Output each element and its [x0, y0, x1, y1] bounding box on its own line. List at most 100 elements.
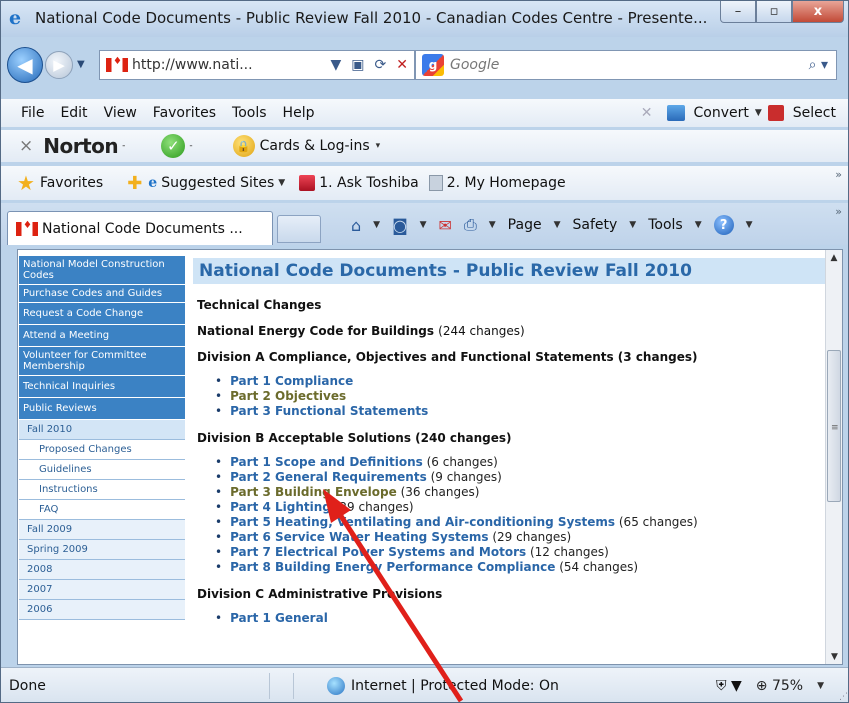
sidebar-item-attend-meeting[interactable]: Attend a Meeting: [19, 325, 185, 347]
link-part-3-functional-statements[interactable]: Part 3 Functional Statements: [230, 404, 428, 418]
zoom-value[interactable]: 75%: [772, 678, 803, 694]
link-part-2-general-requirements[interactable]: Part 2 General Requirements: [230, 470, 427, 484]
norton-safe-check-icon[interactable]: ✓: [161, 134, 186, 158]
scroll-up-arrow-icon[interactable]: ▲: [826, 250, 842, 267]
sidebar-item-purchase-codes[interactable]: Purchase Codes and Guides: [19, 285, 185, 303]
favorites-button[interactable]: Favorites: [40, 175, 103, 191]
safety-dropdown-icon[interactable]: ▼: [629, 220, 636, 230]
link-part-1-compliance[interactable]: Part 1 Compliance: [230, 374, 353, 388]
cards-logins-button[interactable]: Cards & Log-ins: [260, 138, 370, 154]
address-dropdown-icon[interactable]: ▼: [331, 57, 342, 73]
home-dropdown-icon[interactable]: ▼: [373, 220, 380, 230]
select-button[interactable]: Select: [793, 105, 836, 121]
menu-file[interactable]: File: [21, 105, 44, 121]
ask-toshiba-link[interactable]: 1. Ask Toshiba: [319, 175, 419, 191]
sidebar-item-instructions[interactable]: Instructions: [19, 480, 185, 500]
address-url[interactable]: http://www.nati...: [132, 57, 253, 73]
search-icon[interactable]: ⌕ ▾: [809, 57, 828, 73]
sidebar-item-volunteer[interactable]: Volunteer for Committee Membership: [19, 347, 185, 376]
link-part-1-general[interactable]: Part 1 General: [230, 611, 328, 625]
convert-button[interactable]: Convert: [694, 105, 749, 121]
link-part-8-energy-performance[interactable]: Part 8 Building Energy Performance Compl…: [230, 560, 555, 574]
sidebar-item-2008[interactable]: 2008: [19, 560, 185, 580]
recent-pages-dropdown[interactable]: ▼: [77, 59, 85, 70]
tab-title[interactable]: National Code Documents ...: [42, 221, 243, 237]
minimize-button[interactable]: –: [720, 1, 756, 23]
scroll-down-arrow-icon[interactable]: ▼: [826, 649, 842, 664]
sidebar-item-public-reviews[interactable]: Public Reviews: [19, 398, 185, 420]
sidebar-item-request-code-change[interactable]: Request a Code Change: [19, 303, 185, 325]
link-part-1-scope[interactable]: Part 1 Scope and Definitions: [230, 455, 423, 469]
link-part-4-lighting[interactable]: Part 4 Lighting: [230, 500, 331, 514]
maximize-button[interactable]: ▫: [756, 1, 792, 23]
feeds-icon[interactable]: ◙: [392, 216, 408, 235]
link-part-7-electrical[interactable]: Part 7 Electrical Power Systems and Moto…: [230, 545, 526, 559]
link-part-6-service-water[interactable]: Part 6 Service Water Heating Systems: [230, 530, 488, 544]
link-part-3-building-envelope[interactable]: Part 3 Building Envelope: [230, 485, 397, 499]
sidebar-item-fall-2009[interactable]: Fall 2009: [19, 520, 185, 540]
sidebar-item-fall-2010[interactable]: Fall 2010: [19, 420, 185, 440]
help-icon[interactable]: ?: [713, 215, 734, 235]
link-part-5-hvac[interactable]: Part 5 Heating, Ventilating and Air-cond…: [230, 515, 615, 529]
menu-edit[interactable]: Edit: [60, 105, 87, 121]
suggested-sites-dropdown-icon[interactable]: ▼: [278, 178, 285, 188]
resize-grip-icon[interactable]: ⋰: [839, 692, 848, 702]
home-icon[interactable]: ⌂: [351, 216, 361, 235]
page-menu[interactable]: Page: [508, 217, 542, 233]
menu-view[interactable]: View: [104, 105, 137, 121]
my-homepage-link[interactable]: 2. My Homepage: [447, 175, 566, 191]
tools-menu[interactable]: Tools: [648, 217, 683, 233]
zoom-dropdown-icon[interactable]: ▼: [817, 681, 824, 691]
toolbar-close-icon[interactable]: ✕: [641, 105, 653, 121]
cards-dropdown-icon[interactable]: ▾: [376, 141, 381, 151]
norton-close-icon[interactable]: ×: [19, 136, 33, 156]
compatibility-view-icon[interactable]: ▣: [351, 57, 364, 73]
search-box[interactable]: g Google ⌕ ▾: [415, 50, 837, 80]
safety-menu[interactable]: Safety: [573, 217, 618, 233]
stop-icon[interactable]: ✕: [396, 57, 408, 73]
print-icon[interactable]: ⎙: [464, 215, 477, 235]
sidebar-item-national-model-construction-codes[interactable]: National Model Construction Codes: [19, 256, 185, 285]
sidebar-item-spring-2009[interactable]: Spring 2009: [19, 540, 185, 560]
tools-dropdown-icon[interactable]: ▼: [695, 220, 702, 230]
menu-tools[interactable]: Tools: [232, 105, 267, 121]
energy-code-title: National Energy Code for Buildings: [197, 324, 434, 338]
sidebar-item-faq[interactable]: FAQ: [19, 500, 185, 520]
vertical-scrollbar[interactable]: ▲ ≡ ▼: [825, 250, 842, 664]
command-overflow-icon[interactable]: »: [835, 205, 842, 218]
protected-mode-icon[interactable]: ⛨ ▼: [716, 678, 742, 694]
safe-dropdown-icon[interactable]: -: [189, 141, 192, 151]
help-dropdown-icon[interactable]: ▼: [746, 220, 753, 230]
feeds-dropdown-icon[interactable]: ▼: [420, 220, 427, 230]
convert-dropdown-icon[interactable]: ▼: [755, 108, 762, 118]
sidebar-item-guidelines[interactable]: Guidelines: [19, 460, 185, 480]
link-part-2-objectives[interactable]: Part 2 Objectives: [230, 389, 346, 403]
sidebar-item-technical-inquiries[interactable]: Technical Inquiries: [19, 376, 185, 398]
norton-logo[interactable]: Norton: [43, 134, 118, 158]
page-dropdown-icon[interactable]: ▼: [554, 220, 561, 230]
sidebar-item-2007[interactable]: 2007: [19, 580, 185, 600]
scrollbar-thumb[interactable]: ≡: [827, 350, 841, 502]
division-c-heading: Division C Administrative Provisions: [197, 587, 443, 601]
new-tab-button[interactable]: [277, 215, 321, 243]
mail-icon[interactable]: ✉: [439, 216, 452, 235]
suggested-sites-link[interactable]: Suggested Sites: [161, 175, 274, 191]
forward-button[interactable]: ▶: [45, 51, 73, 79]
search-placeholder[interactable]: Google: [450, 57, 499, 73]
norton-dropdown-icon[interactable]: -: [122, 141, 125, 151]
energy-code-count: (244 changes): [438, 324, 525, 338]
security-zone[interactable]: Internet | Protected Mode: On: [327, 677, 559, 695]
close-button[interactable]: x: [792, 1, 844, 23]
add-favorite-icon[interactable]: ✚: [127, 173, 142, 194]
tab-national-code-documents[interactable]: National Code Documents ...: [7, 211, 273, 245]
refresh-icon[interactable]: ⟳: [375, 57, 387, 73]
sidebar-item-2006[interactable]: 2006: [19, 600, 185, 620]
back-button[interactable]: ◀: [7, 47, 43, 83]
zoom-level[interactable]: ⊕ 75%: [756, 678, 803, 694]
print-dropdown-icon[interactable]: ▼: [489, 220, 496, 230]
menu-favorites[interactable]: Favorites: [153, 105, 216, 121]
menu-help[interactable]: Help: [283, 105, 315, 121]
sidebar-item-proposed-changes[interactable]: Proposed Changes: [19, 440, 185, 460]
address-bar[interactable]: http://www.nati... ▼ ▣ ⟳ ✕: [99, 50, 415, 80]
favorites-overflow-icon[interactable]: »: [835, 168, 842, 181]
